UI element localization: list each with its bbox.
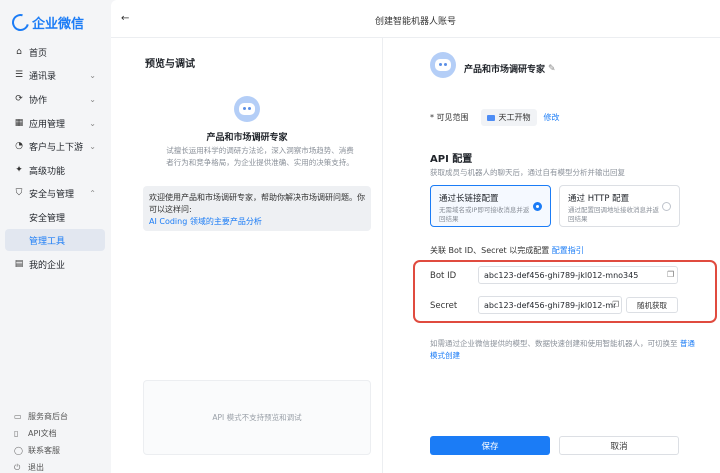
welcome-bubble: 欢迎使用产品和市场调研专家，帮助你解决市场调研问题。你可以这样问: AI Cod… (143, 186, 371, 231)
preview-title: 预览与调试 (145, 59, 195, 70)
apps-icon: ▦ (14, 118, 24, 128)
save-button[interactable]: 保存 (430, 436, 550, 455)
home-icon: ⌂ (16, 47, 22, 57)
service-icon: ▭ (14, 412, 22, 421)
api-config-description: 获取成员与机器人的聊天后，通过自有模型分析并输出回复 (430, 168, 625, 177)
page-title: 创建智能机器人账号 (374, 17, 456, 27)
logo-text: 企业微信 (32, 17, 85, 32)
sidebar-item-label: 通讯录 (29, 71, 57, 82)
normal-mode-hint: 如需通过企业微信提供的模型、数据快速创建和使用智能机器人，可切换至 普通模式创建 (430, 338, 700, 362)
sidebar: 企业微信 ⌂ 首页 ☰ 通讯录 ⌄ ⟳ 协作 ⌄ ▦ 应用管理 ⌄ ◔ 客户与上… (0, 0, 111, 473)
visible-scope-row: * 可见范围 天工开物 修改 (430, 109, 560, 126)
bot-name-text: 产品和市场调研专家 (464, 65, 546, 75)
sidebar-item-admin-tools[interactable]: 管理工具 (5, 229, 105, 251)
copy-icon[interactable]: ❐ (667, 270, 674, 279)
wecom-logo-icon (8, 10, 33, 35)
sidebar-item-label: 协作 (29, 95, 48, 106)
app-logo[interactable]: 企业微信 (8, 10, 85, 35)
folder-icon (486, 114, 495, 121)
config-pane: 产品和市场调研专家 ✎ * 可见范围 天工开物 修改 API 配置 获取成员与机… (383, 38, 720, 473)
config-bot-name: 产品和市场调研专家 ✎ (464, 62, 556, 76)
welcome-text: 欢迎使用产品和市场调研专家，帮助你解决市场调研问题。你可以这样问: (149, 193, 365, 214)
chevron-up-icon: ⌃ (89, 188, 96, 198)
config-guide-link[interactable]: 配置指引 (552, 246, 584, 255)
customer-icon: ◔ (15, 141, 23, 151)
company-icon: ▤ (14, 259, 24, 269)
contacts-icon: ☰ (14, 70, 24, 80)
robot-avatar-icon[interactable] (430, 52, 456, 78)
advanced-icon: ✦ (15, 165, 23, 175)
sidebar-item-label: 安全与管理 (29, 189, 75, 200)
footer-label: 服务商后台 (28, 412, 68, 421)
sidebar-item-customer[interactable]: ◔ 客户与上下游 ⌄ (5, 135, 105, 157)
association-hint: 关联 Bot ID、Secret 以完成配置 配置指引 (430, 245, 584, 256)
mode-long-connection-card[interactable]: 通过长链接配置 无需域名或IP即可接收消息并返回结果 (430, 185, 551, 227)
sidebar-item-label: 我的企业 (29, 260, 66, 271)
sidebar-item-my-company[interactable]: ▤ 我的企业 (5, 253, 105, 275)
cancel-button[interactable]: 取消 (559, 436, 679, 455)
suggested-question-link[interactable]: AI Coding 领域的主要产品分析 (149, 217, 262, 226)
main-panel: ← 创建智能机器人账号 预览与调试 产品和市场调研专家 试擅长运用科学的调研方法… (111, 0, 720, 473)
mode-description: 通过配置回调地址接收消息并返回结果 (568, 206, 659, 223)
secret-label: Secret (430, 301, 458, 311)
sidebar-item-label: 高级功能 (29, 166, 66, 177)
footer-service-backend[interactable]: ▭ 服务商后台 (14, 411, 68, 422)
chevron-down-icon: ⌄ (89, 70, 96, 80)
chevron-down-icon: ⌄ (89, 141, 96, 151)
sidebar-item-label: 管理工具 (29, 236, 66, 247)
mode-title: 通过长链接配置 (439, 194, 499, 204)
mode-title: 通过 HTTP 配置 (568, 194, 630, 204)
sidebar-item-advanced[interactable]: ✦ 高级功能 (5, 159, 105, 181)
bot-id-label: Bot ID (430, 271, 457, 281)
edit-pencil-icon[interactable]: ✎ (548, 64, 556, 74)
footer-api-docs[interactable]: ▯ API文档 (14, 428, 57, 439)
chevron-down-icon: ⌄ (89, 94, 96, 104)
sidebar-item-label: 首页 (29, 48, 48, 59)
sidebar-item-home[interactable]: ⌂ 首页 (5, 41, 105, 63)
secret-input[interactable] (478, 296, 622, 314)
sidebar-item-security[interactable]: ⛉ 安全与管理 ⌃ (5, 182, 105, 204)
preview-bot-name: 产品和市场调研专家 (206, 133, 288, 143)
scope-label: * 可见范围 (430, 113, 469, 122)
random-fetch-button[interactable]: 随机获取 (626, 297, 678, 313)
radio-selected-icon[interactable] (533, 202, 542, 211)
scope-modify-link[interactable]: 修改 (544, 112, 560, 123)
sidebar-item-apps[interactable]: ▦ 应用管理 ⌄ (5, 112, 105, 134)
footer-label: 退出 (28, 463, 44, 472)
doc-icon: ▯ (14, 429, 19, 438)
robot-avatar-icon (234, 96, 260, 122)
sidebar-item-label: 客户与上下游 (29, 142, 84, 153)
hint-text: 如需通过企业微信提供的模型、数据快速创建和使用智能机器人，可切换至 (430, 339, 678, 348)
footer-contact-support[interactable]: ◯ 联系客服 (14, 445, 60, 456)
top-bar: ← 创建智能机器人账号 (111, 0, 720, 38)
sidebar-item-label: 安全管理 (29, 213, 66, 224)
sidebar-item-contacts[interactable]: ☰ 通讯录 ⌄ (5, 64, 105, 86)
association-text: 关联 Bot ID、Secret 以完成配置 (430, 246, 550, 255)
footer-label: 联系客服 (28, 446, 60, 455)
footer-label: API文档 (28, 429, 57, 438)
sidebar-item-label: 应用管理 (29, 119, 66, 130)
support-icon: ◯ (14, 446, 23, 455)
sidebar-item-security-management[interactable]: 安全管理 (5, 206, 105, 228)
preview-pane: 预览与调试 产品和市场调研专家 试擅长运用科学的调研方法论，深入洞察市场趋势、消… (111, 38, 383, 473)
mode-http-card[interactable]: 通过 HTTP 配置 通过配置回调地址接收消息并返回结果 (559, 185, 680, 227)
copy-icon[interactable]: ❐ (612, 300, 619, 309)
footer-logout[interactable]: ⏻ 退出 (14, 462, 44, 473)
security-icon: ⛉ (15, 188, 23, 198)
preview-unsupported-notice: API 模式不支持预览和调试 (143, 380, 371, 455)
preview-bot-description: 试擅长运用科学的调研方法论，深入洞察市场趋势、消费者行为和竞争格局，为企业提供准… (166, 146, 354, 167)
chevron-down-icon: ⌄ (89, 118, 96, 128)
bot-id-input[interactable] (478, 266, 678, 284)
scope-chip: 天工开物 (480, 109, 537, 126)
radio-unselected-icon[interactable] (662, 202, 671, 211)
scope-value: 天工开物 (498, 113, 531, 122)
api-config-title: API 配置 (430, 154, 473, 165)
sidebar-item-collab[interactable]: ⟳ 协作 ⌄ (5, 88, 105, 110)
collab-icon: ⟳ (15, 94, 23, 104)
mode-description: 无需域名或IP即可接收消息并返回结果 (439, 206, 530, 223)
logout-icon: ⏻ (14, 463, 21, 472)
